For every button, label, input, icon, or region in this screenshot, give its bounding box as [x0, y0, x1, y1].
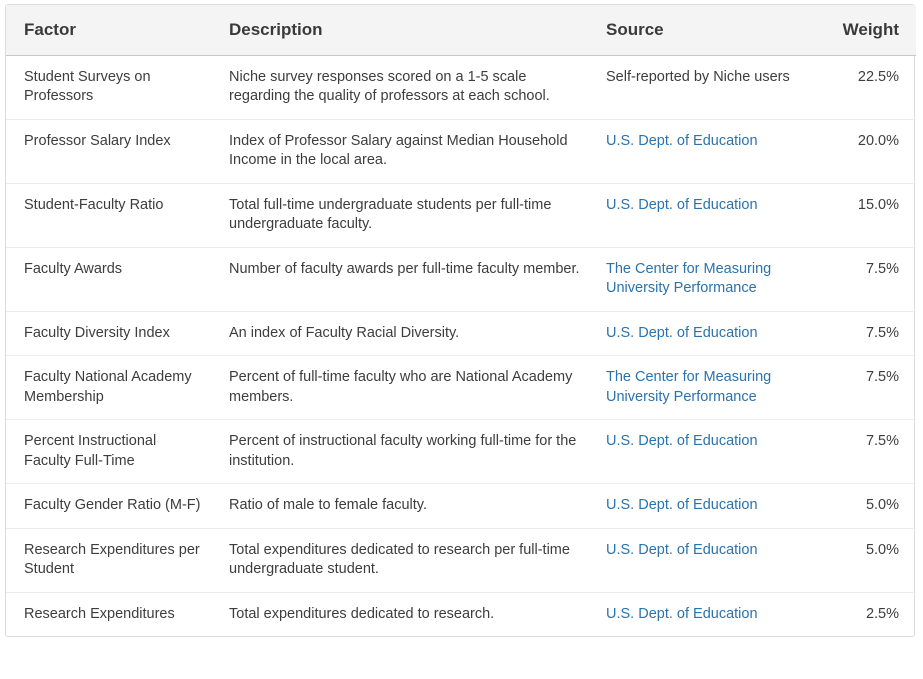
- weight-cell: 7.5%: [830, 419, 916, 484]
- source-cell: Self-reported by Niche users: [588, 55, 830, 120]
- factor-cell: Faculty Awards: [6, 247, 211, 312]
- header-description: Description: [211, 5, 588, 56]
- header-source: Source: [588, 5, 830, 56]
- source-link[interactable]: U.S. Dept. of Education: [606, 325, 758, 341]
- source-link[interactable]: The Center for Measuring University Perf…: [606, 261, 771, 297]
- weight-cell: 7.5%: [830, 247, 916, 312]
- description-cell: Total expenditures dedicated to research…: [211, 528, 588, 593]
- table-row: Percent Instructional Faculty Full-Time …: [6, 419, 916, 484]
- description-cell: Total full-time undergraduate students p…: [211, 183, 588, 248]
- header-factor: Factor: [6, 5, 211, 56]
- description-cell: Percent of instructional faculty working…: [211, 419, 588, 484]
- factor-cell: Faculty Diversity Index: [6, 311, 211, 356]
- description-cell: Ratio of male to female faculty.: [211, 483, 588, 529]
- factor-cell: Student Surveys on Professors: [6, 55, 211, 120]
- header-row: Factor Description Source Weight: [6, 5, 916, 56]
- table-row: Faculty Gender Ratio (M-F) Ratio of male…: [6, 483, 916, 529]
- table-row: Student Surveys on Professors Niche surv…: [6, 55, 916, 120]
- table-row: Student-Faculty Ratio Total full-time un…: [6, 183, 916, 248]
- source-link[interactable]: U.S. Dept. of Education: [606, 606, 758, 622]
- description-cell: Niche survey responses scored on a 1-5 s…: [211, 55, 588, 120]
- factor-cell: Faculty Gender Ratio (M-F): [6, 483, 211, 529]
- table-header: Factor Description Source Weight: [6, 5, 916, 56]
- factor-cell: Research Expenditures per Student: [6, 528, 211, 593]
- weight-cell: 22.5%: [830, 55, 916, 120]
- source-link[interactable]: U.S. Dept. of Education: [606, 133, 758, 149]
- table-row: Faculty Diversity Index An index of Facu…: [6, 311, 916, 356]
- weight-cell: 7.5%: [830, 311, 916, 356]
- source-cell: U.S. Dept. of Education: [588, 483, 830, 529]
- weight-cell: 20.0%: [830, 119, 916, 184]
- table-row: Faculty National Academy Membership Perc…: [6, 355, 916, 420]
- description-cell: An index of Faculty Racial Diversity.: [211, 311, 588, 356]
- description-cell: Total expenditures dedicated to research…: [229, 605, 495, 622]
- source-cell: U.S. Dept. of Education: [588, 419, 830, 484]
- source-link[interactable]: U.S. Dept. of Education: [606, 433, 758, 449]
- description-cell: Number of faculty awards per full-time f…: [211, 247, 588, 312]
- factor-cell: Student-Faculty Ratio: [6, 183, 211, 248]
- source-cell: The Center for Measuring University Perf…: [588, 355, 830, 420]
- table-body: Student Surveys on Professors Niche surv…: [6, 55, 916, 636]
- table-row: Professor Salary Index Index of Professo…: [6, 119, 916, 184]
- factor-cell: Faculty National Academy Membership: [6, 355, 211, 420]
- table-row: Research Expenditures per Student Total …: [6, 528, 916, 593]
- weight-cell: 5.0%: [830, 528, 916, 593]
- source-cell: U.S. Dept. of Education: [588, 528, 830, 593]
- weight-cell: 15.0%: [830, 183, 916, 248]
- factor-cell: Professor Salary Index: [6, 119, 211, 184]
- weight-cell: 5.0%: [830, 483, 916, 529]
- description-cell: Percent of full-time faculty who are Nat…: [211, 355, 588, 420]
- factor-cell: Research Expenditures: [24, 605, 175, 622]
- source-cell: The Center for Measuring University Perf…: [588, 247, 830, 312]
- source-cell: U.S. Dept. of Education: [588, 311, 830, 356]
- methodology-table: Factor Description Source Weight Student…: [5, 4, 916, 637]
- weight-cell: 7.5%: [830, 355, 916, 420]
- description-cell: Index of Professor Salary against Median…: [211, 119, 588, 184]
- source-link[interactable]: The Center for Measuring University Perf…: [606, 369, 771, 405]
- source-text: Self-reported by Niche users: [606, 68, 790, 85]
- weight-cell: 2.5%: [865, 605, 899, 622]
- source-link[interactable]: U.S. Dept. of Education: [606, 497, 758, 513]
- factor-cell: Percent Instructional Faculty Full-Time: [6, 419, 211, 484]
- header-weight: Weight: [830, 5, 916, 56]
- source-link[interactable]: U.S. Dept. of Education: [606, 542, 758, 558]
- table-row: Research Expenditures Total expenditures…: [6, 592, 916, 636]
- source-cell: U.S. Dept. of Education: [588, 119, 830, 184]
- table-row: Faculty Awards Number of faculty awards …: [6, 247, 916, 312]
- source-link[interactable]: U.S. Dept. of Education: [606, 197, 758, 213]
- factors-table: Factor Description Source Weight Student…: [6, 5, 916, 636]
- source-cell: U.S. Dept. of Education: [588, 183, 830, 248]
- source-cell: U.S. Dept. of Education: [588, 592, 830, 636]
